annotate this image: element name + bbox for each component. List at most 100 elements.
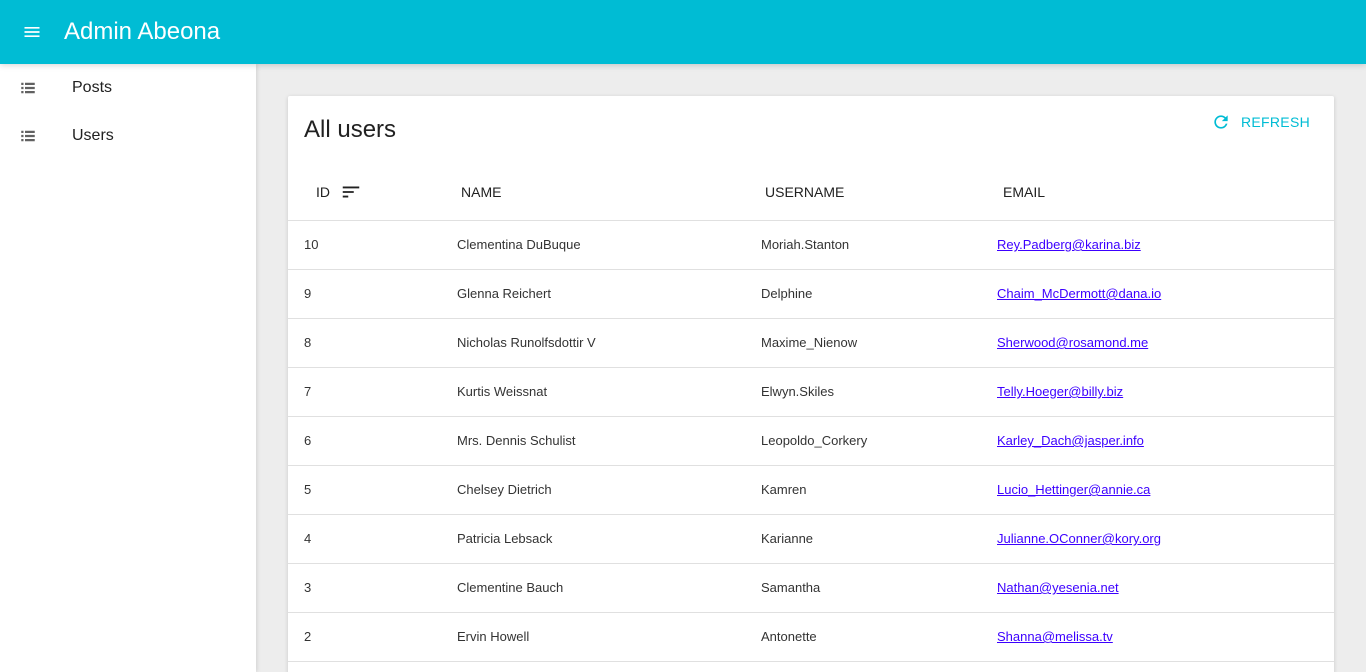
column-header-id[interactable]: ID <box>288 164 441 221</box>
table-row[interactable]: 7 Kurtis Weissnat Elwyn.Skiles Telly.Hoeger… <box>288 367 1334 417</box>
email-cell: Nathan@yesenia.net <box>983 563 1334 613</box>
email-link[interactable]: Lucio_Hettinger@annie.ca <box>997 482 1150 497</box>
username-text: Kamren <box>761 482 807 497</box>
menu-icon <box>24 27 40 37</box>
username-text: Leopoldo_Corkery <box>761 433 868 448</box>
name-text: Nicholas Runolfsdottir V <box>457 335 596 350</box>
email-cell: Sherwood@rosamond.me <box>983 318 1334 368</box>
username-text: Antonette <box>761 629 817 644</box>
email-cell: Karley_Dach@jasper.info <box>983 416 1334 466</box>
table-row[interactable]: 4 Patricia Lebsack Karianne Julianne.OConne… <box>288 514 1334 564</box>
users-table: ID NAME USERNAME EMAIL 10 Clementina DuBu… <box>288 164 1334 662</box>
id-cell: 3 <box>288 563 441 613</box>
name-cell: Nicholas Runolfsdottir V <box>441 318 745 368</box>
name-cell: Clementine Bauch <box>441 563 745 613</box>
name-text: Chelsey Dietrich <box>457 482 552 497</box>
sidebar-item-users[interactable]: Users <box>0 112 256 160</box>
username-text: Maxime_Nienow <box>761 335 858 350</box>
list-icon <box>0 127 72 145</box>
column-header-email-label: EMAIL <box>1003 183 1046 200</box>
table-row[interactable]: 10 Clementina DuBuque Moriah.Stanton Rey.Pa… <box>288 220 1334 270</box>
name-text: Mrs. Dennis Schulist <box>457 433 576 448</box>
username-cell: Samantha <box>745 563 983 613</box>
table-row[interactable]: 5 Chelsey Dietrich Kamren Lucio_Hettinger@a… <box>288 465 1334 515</box>
name-text: Kurtis Weissnat <box>457 384 548 399</box>
refresh-icon <box>1214 115 1228 129</box>
id-cell: 6 <box>288 416 441 466</box>
id-cell: 5 <box>288 465 441 515</box>
table-row[interactable]: 6 Mrs. Dennis Schulist Leopoldo_Corkery Kar… <box>288 416 1334 466</box>
name-cell: Kurtis Weissnat <box>441 367 745 417</box>
name-cell: Patricia Lebsack <box>441 514 745 564</box>
table-row[interactable]: 2 Ervin Howell Antonette Shanna@melissa.tv <box>288 612 1334 662</box>
username-cell: Maxime_Nienow <box>745 318 983 368</box>
id-text: 10 <box>304 237 319 252</box>
app-title: Admin Abeona <box>64 18 221 45</box>
email-link[interactable]: Rey.Padberg@karina.biz <box>997 237 1141 252</box>
id-text: 3 <box>304 580 312 595</box>
card-header: All users REFRESH <box>288 96 1334 164</box>
email-link[interactable]: Karley_Dach@jasper.info <box>997 433 1144 448</box>
username-text: Elwyn.Skiles <box>761 384 834 399</box>
username-cell: Antonette <box>745 612 983 662</box>
name-text: Glenna Reichert <box>457 286 551 301</box>
name-text: Patricia Lebsack <box>457 531 553 546</box>
column-header-username[interactable]: USERNAME <box>745 164 983 221</box>
id-text: 5 <box>304 482 312 497</box>
table-row[interactable]: 3 Clementine Bauch Samantha Nathan@yesenia.… <box>288 563 1334 613</box>
id-cell: 4 <box>288 514 441 564</box>
name-cell: Chelsey Dietrich <box>441 465 745 515</box>
column-header-id-label: ID <box>316 183 330 200</box>
email-cell: Julianne.OConner@kory.org <box>983 514 1334 564</box>
refresh-button[interactable]: REFRESH <box>1211 112 1310 132</box>
email-link[interactable]: Sherwood@rosamond.me <box>997 335 1148 350</box>
username-cell: Karianne <box>745 514 983 564</box>
email-link[interactable]: Telly.Hoeger@billy.biz <box>997 384 1123 399</box>
email-link[interactable]: Nathan@yesenia.net <box>997 580 1119 595</box>
id-cell: 9 <box>288 269 441 319</box>
name-cell: Mrs. Dennis Schulist <box>441 416 745 466</box>
table-body: 10 Clementina DuBuque Moriah.Stanton Rey.Pa… <box>288 220 1334 662</box>
username-cell: Delphine <box>745 269 983 319</box>
name-cell: Ervin Howell <box>441 612 745 662</box>
username-text: Delphine <box>761 286 813 301</box>
id-text: 4 <box>304 531 312 546</box>
column-header-username-label: USERNAME <box>765 183 845 200</box>
id-cell: 10 <box>288 220 441 270</box>
table-row[interactable]: 9 Glenna Reichert Delphine Chaim_McDermott@… <box>288 269 1334 319</box>
email-cell: Lucio_Hettinger@annie.ca <box>983 465 1334 515</box>
id-cell: 8 <box>288 318 441 368</box>
sidebar: Posts Users <box>0 64 256 672</box>
sidebar-item-posts[interactable]: Posts <box>0 64 256 112</box>
column-header-email[interactable]: EMAIL <box>983 164 1334 221</box>
table-row[interactable]: 8 Nicholas Runolfsdottir V Maxime_Nienow Sh… <box>288 318 1334 368</box>
refresh-label: REFRESH <box>1241 114 1310 130</box>
name-cell: Clementina DuBuque <box>441 220 745 270</box>
email-link[interactable]: Julianne.OConner@kory.org <box>997 531 1161 546</box>
users-card: All users REFRESH ID NAME USERNAME EMAIL… <box>288 96 1334 672</box>
email-cell: Rey.Padberg@karina.biz <box>983 220 1334 270</box>
sort-icon <box>342 186 360 198</box>
email-link[interactable]: Chaim_McDermott@dana.io <box>997 286 1161 301</box>
username-text: Moriah.Stanton <box>761 237 850 252</box>
name-text: Clementine Bauch <box>457 580 564 595</box>
email-cell: Chaim_McDermott@dana.io <box>983 269 1334 319</box>
table-header-row: ID NAME USERNAME EMAIL <box>288 164 1334 221</box>
page-title: All users <box>304 116 397 143</box>
email-cell: Telly.Hoeger@billy.biz <box>983 367 1334 417</box>
column-header-name-label: NAME <box>461 183 502 200</box>
id-text: 8 <box>304 335 312 350</box>
username-cell: Leopoldo_Corkery <box>745 416 983 466</box>
sidebar-item-label: Posts <box>72 79 113 96</box>
id-cell: 2 <box>288 612 441 662</box>
email-link[interactable]: Shanna@melissa.tv <box>997 629 1113 644</box>
id-text: 2 <box>304 629 312 644</box>
sidebar-item-label: Users <box>72 127 114 144</box>
app-bar: Admin Abeona <box>0 0 1366 64</box>
name-cell: Glenna Reichert <box>441 269 745 319</box>
id-text: 6 <box>304 433 312 448</box>
menu-button[interactable] <box>0 0 64 64</box>
column-header-name[interactable]: NAME <box>441 164 745 221</box>
id-cell: 7 <box>288 367 441 417</box>
email-cell: Shanna@melissa.tv <box>983 612 1334 662</box>
